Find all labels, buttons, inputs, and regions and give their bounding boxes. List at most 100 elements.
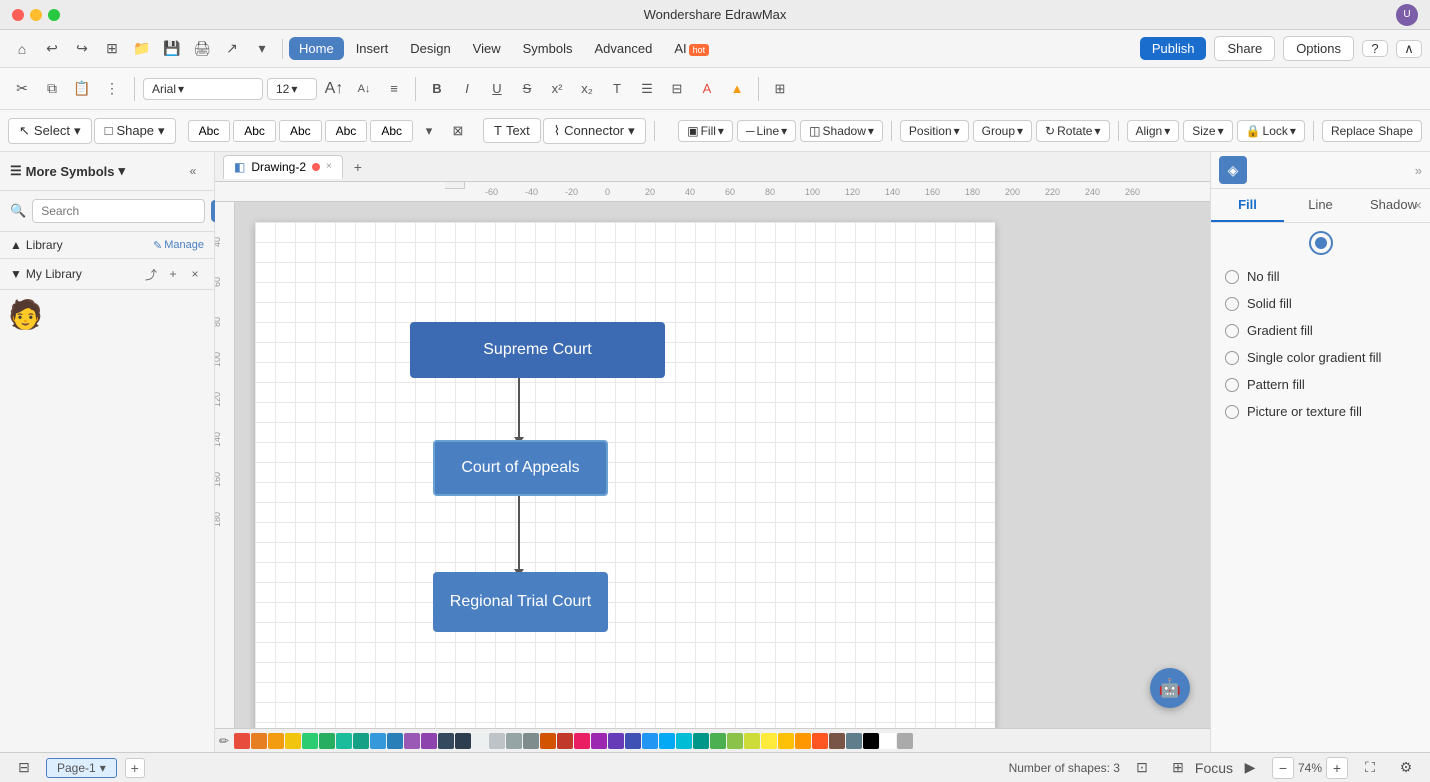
panel-icon-btn[interactable]: ◈ bbox=[1219, 156, 1247, 184]
supreme-court-node[interactable]: Supreme Court bbox=[410, 322, 665, 378]
redo-icon[interactable]: ↪ bbox=[68, 35, 96, 63]
color-swatch-9[interactable] bbox=[387, 733, 403, 749]
color-swatch-7[interactable] bbox=[353, 733, 369, 749]
rotate-button[interactable]: ↻ Rotate ▾ bbox=[1036, 120, 1109, 142]
new-icon[interactable]: ⊞ bbox=[98, 35, 126, 63]
fill-option-none[interactable]: No fill bbox=[1211, 263, 1430, 290]
add-tab-button[interactable]: + bbox=[347, 156, 369, 178]
zoom-out-button[interactable]: − bbox=[1272, 757, 1294, 779]
my-library-export-icon[interactable]: ⤴ bbox=[142, 265, 160, 283]
publish-button[interactable]: Publish bbox=[1140, 37, 1207, 60]
menu-advanced[interactable]: Advanced bbox=[584, 37, 662, 60]
sidebar-toggle-icon[interactable]: ⊟ bbox=[10, 754, 38, 782]
color-swatch-29[interactable] bbox=[727, 733, 743, 749]
fill-button[interactable]: ▣ Fill ▾ bbox=[678, 120, 733, 142]
color-swatch-0[interactable] bbox=[234, 733, 250, 749]
color-swatch-5[interactable] bbox=[319, 733, 335, 749]
color-swatch-25[interactable] bbox=[659, 733, 675, 749]
manage-button[interactable]: ✎ Manage bbox=[153, 239, 204, 252]
list-icon[interactable]: ☰ bbox=[634, 76, 660, 102]
menu-insert[interactable]: Insert bbox=[346, 37, 399, 60]
options-button[interactable]: Options bbox=[1283, 36, 1354, 61]
menu-ai[interactable]: AIhot bbox=[664, 37, 719, 60]
color-swatch-18[interactable] bbox=[540, 733, 556, 749]
shadow-button[interactable]: ◫ Shadow ▾ bbox=[800, 120, 883, 142]
my-library-close-icon[interactable]: × bbox=[186, 265, 204, 283]
zoom-in-button[interactable]: + bbox=[1326, 757, 1348, 779]
print-icon[interactable]: 🖨 bbox=[188, 35, 216, 63]
fill-option-pattern[interactable]: Pattern fill bbox=[1211, 371, 1430, 398]
color-swatch-30[interactable] bbox=[744, 733, 760, 749]
select-button[interactable]: ↖ Select ▾ bbox=[8, 118, 92, 144]
color-swatch-31[interactable] bbox=[761, 733, 777, 749]
group-button[interactable]: Group ▾ bbox=[973, 120, 1032, 142]
grid-toggle-icon[interactable]: ⊞ bbox=[1164, 754, 1192, 782]
maximize-button[interactable] bbox=[48, 9, 60, 21]
bold-icon[interactable]: B bbox=[424, 76, 450, 102]
connector-button[interactable]: ⌇ Connector ▾ bbox=[543, 118, 646, 144]
color-swatch-24[interactable] bbox=[642, 733, 658, 749]
italic-icon[interactable]: I bbox=[454, 76, 480, 102]
color-swatch-23[interactable] bbox=[625, 733, 641, 749]
color-swatch-12[interactable] bbox=[438, 733, 454, 749]
sidebar-collapse-icon[interactable]: « bbox=[182, 160, 204, 182]
font-color-icon[interactable]: A bbox=[694, 76, 720, 102]
color-swatch-2[interactable] bbox=[268, 733, 284, 749]
right-panel-expand-icon[interactable]: » bbox=[1415, 163, 1422, 178]
add-page-button[interactable]: + bbox=[125, 758, 145, 778]
style-swatch-4[interactable]: Abc bbox=[325, 120, 368, 142]
color-swatch-1[interactable] bbox=[251, 733, 267, 749]
color-swatch-35[interactable] bbox=[829, 733, 845, 749]
line-button[interactable]: ─ Line ▾ bbox=[737, 120, 796, 142]
right-panel-close-icon[interactable]: × bbox=[1414, 197, 1422, 213]
styles-expand-icon[interactable]: ⊠ bbox=[445, 118, 471, 144]
fill-option-picture[interactable]: Picture or texture fill bbox=[1211, 398, 1430, 425]
align-button[interactable]: Align ▾ bbox=[1127, 120, 1180, 142]
color-swatch-26[interactable] bbox=[676, 733, 692, 749]
undo-icon[interactable]: ↩ bbox=[38, 35, 66, 63]
color-swatch-13[interactable] bbox=[455, 733, 471, 749]
text-style-icon[interactable]: T bbox=[604, 76, 630, 102]
color-swatch-17[interactable] bbox=[523, 733, 539, 749]
color-swatch-22[interactable] bbox=[608, 733, 624, 749]
style-swatch-3[interactable]: Abc bbox=[279, 120, 322, 142]
line-tab[interactable]: Line bbox=[1284, 189, 1357, 222]
color-swatch-38[interactable] bbox=[880, 733, 896, 749]
minimize-button[interactable] bbox=[30, 9, 42, 21]
lock-button[interactable]: 🔒 Lock ▾ bbox=[1237, 120, 1305, 142]
focus-button[interactable]: Focus bbox=[1200, 754, 1228, 782]
color-swatch-36[interactable] bbox=[846, 733, 862, 749]
replace-shape-button[interactable]: Replace Shape bbox=[1322, 120, 1422, 142]
highlight-icon[interactable]: ▲ bbox=[724, 76, 750, 102]
size-button[interactable]: Size ▾ bbox=[1183, 120, 1232, 142]
export-icon[interactable]: ↗ bbox=[218, 35, 246, 63]
collapse-button[interactable]: ∧ bbox=[1396, 40, 1422, 58]
color-swatch-37[interactable] bbox=[863, 733, 879, 749]
paste-special-icon[interactable]: ⋮ bbox=[98, 75, 126, 103]
fit-page-icon[interactable]: ⊡ bbox=[1128, 754, 1156, 782]
color-swatch-10[interactable] bbox=[404, 733, 420, 749]
menu-symbols[interactable]: Symbols bbox=[513, 37, 583, 60]
style-swatch-5[interactable]: Abc bbox=[370, 120, 413, 142]
color-bar-pencil-icon[interactable]: ✏ bbox=[219, 734, 229, 748]
superscript-icon[interactable]: x² bbox=[544, 76, 570, 102]
search-input[interactable] bbox=[32, 199, 205, 223]
color-swatch-32[interactable] bbox=[778, 733, 794, 749]
color-swatch-16[interactable] bbox=[506, 733, 522, 749]
menu-design[interactable]: Design bbox=[400, 37, 460, 60]
decrease-font-icon[interactable]: A↓ bbox=[351, 76, 377, 102]
ai-bot-button[interactable]: 🤖 bbox=[1150, 668, 1190, 708]
paste-icon[interactable]: 📋 bbox=[68, 75, 96, 103]
court-of-appeals-node[interactable]: Court of Appeals bbox=[433, 440, 608, 496]
fill-option-single-gradient[interactable]: Single color gradient fill bbox=[1211, 344, 1430, 371]
help-button[interactable]: ? bbox=[1362, 40, 1388, 57]
underline-icon[interactable]: U bbox=[484, 76, 510, 102]
fill-option-gradient[interactable]: Gradient fill bbox=[1211, 317, 1430, 344]
color-swatch-27[interactable] bbox=[693, 733, 709, 749]
color-swatch-4[interactable] bbox=[302, 733, 318, 749]
color-swatch-14[interactable] bbox=[472, 733, 488, 749]
color-swatch-8[interactable] bbox=[370, 733, 386, 749]
font-size-selector[interactable]: 12 ▾ bbox=[267, 78, 317, 100]
settings-icon[interactable]: ⚙ bbox=[1392, 754, 1420, 782]
my-library-add-icon[interactable]: + bbox=[164, 265, 182, 283]
